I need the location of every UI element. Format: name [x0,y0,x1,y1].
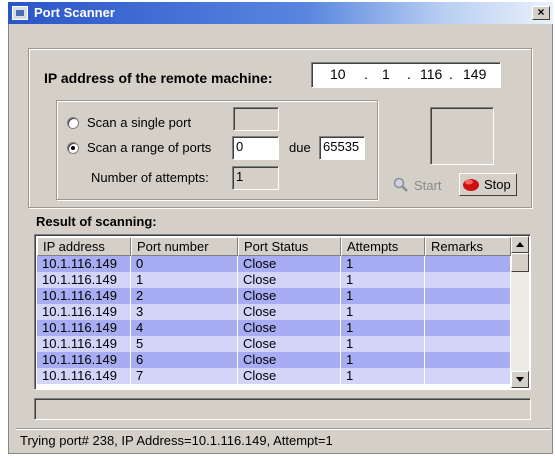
ip-dot-2: . [407,66,411,82]
cell-attempts: 1 [341,256,425,272]
cell-remarks [425,352,511,368]
window-title: Port Scanner [34,5,115,20]
ip-octet-4: 149 [463,66,487,82]
ip-octet-1: 10 [330,66,346,82]
table-row[interactable]: 10.1.116.149 1 Close 1 [37,272,511,288]
scroll-thumb[interactable] [511,253,529,272]
cell-ip: 10.1.116.149 [37,256,131,272]
table-row[interactable]: 10.1.116.149 3 Close 1 [37,304,511,320]
stop-button[interactable]: Stop [459,173,517,196]
cell-status: Close [238,320,341,336]
scroll-down-button[interactable] [511,371,529,388]
start-button[interactable]: Start [392,176,452,196]
table-row[interactable]: 10.1.116.149 7 Close 1 [37,368,511,384]
cell-remarks [425,256,511,272]
cell-ip: 10.1.116.149 [37,272,131,288]
range-to-input[interactable]: 65535 [319,136,365,160]
column-header-port[interactable]: Port number [131,237,238,256]
cell-remarks [425,304,511,320]
cell-status: Close [238,272,341,288]
port-range-label: Scan a range of ports [87,140,212,155]
status-indicator-box [430,107,494,165]
cell-attempts: 1 [341,304,425,320]
close-button[interactable]: × [532,6,550,20]
cell-port: 0 [131,256,238,272]
cell-remarks [425,272,511,288]
cell-port: 5 [131,336,238,352]
ip-octet-3: 116 [420,66,443,82]
cell-ip: 10.1.116.149 [37,352,131,368]
cell-port: 4 [131,320,238,336]
cell-attempts: 1 [341,368,425,384]
attempts-input[interactable]: 1 [232,166,279,190]
close-icon: × [537,5,545,19]
cell-remarks [425,320,511,336]
ip-dot-3: . [449,66,453,82]
results-label: Result of scanning: [36,214,157,229]
table-row[interactable]: 10.1.116.149 6 Close 1 [37,352,511,368]
column-header-remarks[interactable]: Remarks [425,237,511,256]
cell-status: Close [238,336,341,352]
cell-remarks [425,336,511,352]
ip-address-input[interactable]: 10 . 1 . 116 . 149 [311,62,501,88]
app-icon [12,6,28,20]
cell-attempts: 1 [341,320,425,336]
cell-port: 7 [131,368,238,384]
magnifier-icon [393,177,409,193]
cell-attempts: 1 [341,336,425,352]
ip-dot-1: . [364,66,368,82]
scroll-down-arrow-icon [516,377,524,382]
cell-status: Close [238,256,341,272]
cell-port: 2 [131,288,238,304]
ip-address-label: IP address of the remote machine: [44,70,273,86]
cell-ip: 10.1.116.149 [37,368,131,384]
status-divider [16,428,551,429]
table-row[interactable]: 10.1.116.149 2 Close 1 [37,288,511,304]
table-scrollbar[interactable] [511,236,529,388]
ip-octet-2: 1 [382,66,390,82]
due-label: due [289,140,311,155]
stop-button-label: Stop [484,177,511,192]
table-row[interactable]: 10.1.116.149 4 Close 1 [37,320,511,336]
cell-ip: 10.1.116.149 [37,320,131,336]
column-header-status[interactable]: Port Status [238,237,341,256]
table-row[interactable]: 10.1.116.149 5 Close 1 [37,336,511,352]
single-port-radio[interactable] [67,117,79,129]
cell-ip: 10.1.116.149 [37,288,131,304]
results-table[interactable]: IP address Port number Port Status Attem… [34,234,531,390]
cell-remarks [425,288,511,304]
cell-status: Close [238,288,341,304]
table-header: IP address Port number Port Status Attem… [37,237,511,256]
cell-attempts: 1 [341,352,425,368]
cell-remarks [425,368,511,384]
cell-port: 3 [131,304,238,320]
single-port-input[interactable] [233,107,279,131]
table-body: 10.1.116.149 0 Close 1 10.1.116.149 1 Close 1 10… [37,256,511,389]
cell-attempts: 1 [341,288,425,304]
cell-ip: 10.1.116.149 [37,336,131,352]
cell-attempts: 1 [341,272,425,288]
start-button-label: Start [414,178,442,193]
cell-status: Close [238,304,341,320]
single-port-label: Scan a single port [87,115,192,130]
scroll-up-button[interactable] [511,236,529,253]
scroll-up-arrow-icon [516,242,524,247]
cell-port: 1 [131,272,238,288]
cell-port: 6 [131,352,238,368]
cell-status: Close [238,352,341,368]
column-header-ip[interactable]: IP address [37,237,131,256]
cell-status: Close [238,368,341,384]
port-range-radio[interactable] [67,142,79,154]
range-from-input[interactable]: 0 [232,136,279,160]
status-bar-text: Trying port# 238, IP Address=10.1.116.14… [20,433,333,448]
attempts-label: Number of attempts: [91,170,209,185]
red-stop-icon [462,176,480,192]
progress-field [34,398,531,420]
column-header-attempts[interactable]: Attempts [341,237,425,256]
table-row[interactable]: 10.1.116.149 0 Close 1 [37,256,511,272]
cell-ip: 10.1.116.149 [37,304,131,320]
